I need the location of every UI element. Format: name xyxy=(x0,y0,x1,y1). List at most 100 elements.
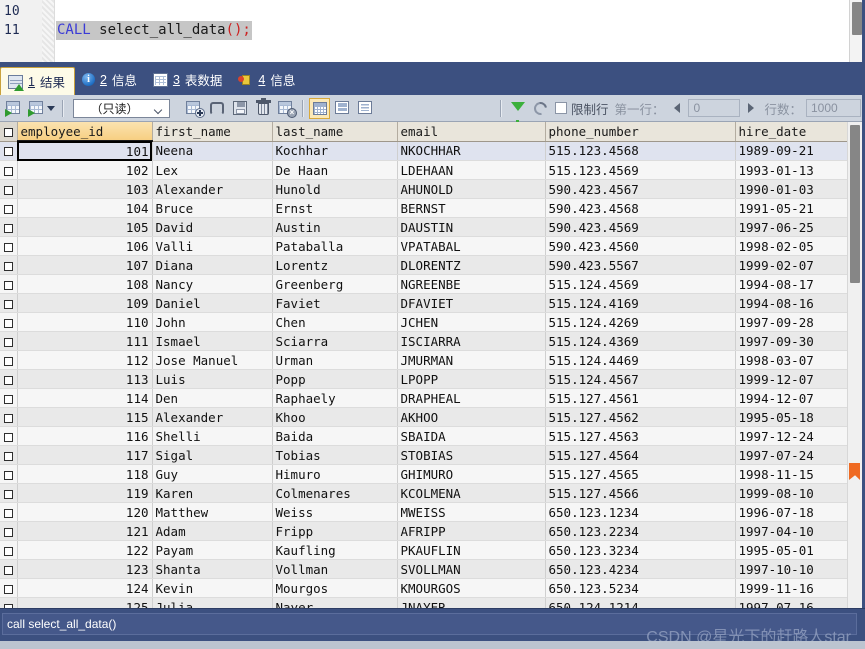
row-selector-cell[interactable] xyxy=(0,407,18,427)
cell-last-name[interactable]: Pataballa xyxy=(272,236,398,256)
checkbox-icon[interactable] xyxy=(3,584,13,594)
cell-hire-date[interactable]: 1990-01-03 xyxy=(735,179,849,199)
cell-employee-id[interactable]: 119 xyxy=(17,483,153,503)
filter-funnel-icon[interactable] xyxy=(507,98,528,125)
cell-hire-date[interactable]: 1989-09-21 xyxy=(735,141,849,161)
row-selector-cell[interactable] xyxy=(0,160,18,180)
checkbox-icon[interactable] xyxy=(3,470,13,480)
cell-last-name[interactable]: Hunold xyxy=(272,179,398,199)
cell-hire-date[interactable]: 1994-08-16 xyxy=(735,293,849,313)
cell-hire-date[interactable]: 1999-08-10 xyxy=(735,483,849,503)
cell-phone-number[interactable]: 515.127.4566 xyxy=(545,483,736,503)
table-row[interactable]: 107 Diana Lorentz DLORENTZ 590.423.5567 1999-… xyxy=(0,255,849,275)
cell-phone-number[interactable]: 515.124.4569 xyxy=(545,274,736,294)
text-view-icon[interactable] xyxy=(355,98,376,119)
cell-employee-id[interactable]: 101 xyxy=(17,141,153,161)
cell-email[interactable]: KCOLMENA xyxy=(397,483,546,503)
row-selector-cell[interactable] xyxy=(0,141,18,161)
cell-last-name[interactable]: Kaufling xyxy=(272,540,398,560)
cell-phone-number[interactable]: 515.123.4569 xyxy=(545,160,736,180)
cell-email[interactable]: SVOLLMAN xyxy=(397,559,546,579)
cell-email[interactable]: DAUSTIN xyxy=(397,217,546,237)
cell-email[interactable]: DLORENTZ xyxy=(397,255,546,275)
row-selector-cell[interactable] xyxy=(0,464,18,484)
cell-hire-date[interactable]: 1998-02-05 xyxy=(735,236,849,256)
table-row[interactable]: 113 Luis Popp LPOPP 515.124.4567 1999-12-07 xyxy=(0,369,849,389)
cell-last-name[interactable]: Himuro xyxy=(272,464,398,484)
column-header-email[interactable]: email xyxy=(397,122,546,142)
checkbox-icon[interactable] xyxy=(3,261,13,271)
cell-hire-date[interactable]: 1996-07-18 xyxy=(735,502,849,522)
row-selector-cell[interactable] xyxy=(0,540,18,560)
cell-first-name[interactable]: Bruce xyxy=(152,198,273,218)
cell-employee-id[interactable]: 118 xyxy=(17,464,153,484)
refresh-icon[interactable] xyxy=(530,98,551,119)
table-row[interactable]: 117 Sigal Tobias STOBIAS 515.127.4564 1997-07… xyxy=(0,445,849,465)
row-selector-cell[interactable] xyxy=(0,483,18,503)
table-row[interactable]: 120 Matthew Weiss MWEISS 650.123.1234 1996-07… xyxy=(0,502,849,522)
row-selector-cell[interactable] xyxy=(0,331,18,351)
cell-last-name[interactable]: Vollman xyxy=(272,559,398,579)
sql-editor[interactable]: 10 11 CALL select_all_data(); xyxy=(0,0,865,63)
table-row[interactable]: 102 Lex De Haan LDEHAAN 515.123.4569 1993-01-… xyxy=(0,160,849,180)
cell-hire-date[interactable]: 1995-05-01 xyxy=(735,540,849,560)
cell-phone-number[interactable]: 515.127.4563 xyxy=(545,426,736,446)
cell-email[interactable]: JCHEN xyxy=(397,312,546,332)
cell-hire-date[interactable]: 1994-08-17 xyxy=(735,274,849,294)
revert-record-icon[interactable] xyxy=(207,98,228,119)
checkbox-icon[interactable] xyxy=(3,489,13,499)
add-record-icon[interactable] xyxy=(184,98,205,119)
cell-hire-date[interactable]: 1997-09-28 xyxy=(735,312,849,332)
cell-first-name[interactable]: Luis xyxy=(152,369,273,389)
cell-first-name[interactable]: Sigal xyxy=(152,445,273,465)
cell-employee-id[interactable]: 114 xyxy=(17,388,153,408)
cell-email[interactable]: DRAPHEAL xyxy=(397,388,546,408)
cell-phone-number[interactable]: 650.123.2234 xyxy=(545,521,736,541)
checkbox-icon[interactable] xyxy=(3,565,13,575)
cell-email[interactable]: PKAUFLIN xyxy=(397,540,546,560)
checkbox-icon[interactable] xyxy=(3,451,13,461)
cell-last-name[interactable]: Kochhar xyxy=(272,141,398,161)
cell-last-name[interactable]: Weiss xyxy=(272,502,398,522)
cell-first-name[interactable]: David xyxy=(152,217,273,237)
cell-hire-date[interactable]: 1999-11-16 xyxy=(735,578,849,598)
checkbox-icon[interactable] xyxy=(3,394,13,404)
first-row-input[interactable]: 0 xyxy=(688,99,741,117)
cell-phone-number[interactable]: 515.124.4369 xyxy=(545,331,736,351)
row-selector-cell[interactable] xyxy=(0,445,18,465)
cell-employee-id[interactable]: 117 xyxy=(17,445,153,465)
cell-last-name[interactable]: Fripp xyxy=(272,521,398,541)
checkbox-icon[interactable] xyxy=(3,508,13,518)
cell-employee-id[interactable]: 115 xyxy=(17,407,153,427)
cell-hire-date[interactable]: 1999-12-07 xyxy=(735,369,849,389)
cell-email[interactable]: JNAYER xyxy=(397,597,546,608)
cell-phone-number[interactable]: 590.423.4569 xyxy=(545,217,736,237)
table-row[interactable]: 106 Valli Pataballa VPATABAL 590.423.4560 199… xyxy=(0,236,849,256)
checkbox-icon[interactable] xyxy=(3,242,13,252)
cell-first-name[interactable]: Karen xyxy=(152,483,273,503)
cell-first-name[interactable]: Payam xyxy=(152,540,273,560)
checkbox-icon[interactable] xyxy=(3,166,13,176)
cell-hire-date[interactable]: 1997-12-24 xyxy=(735,426,849,446)
cell-first-name[interactable]: Diana xyxy=(152,255,273,275)
cell-phone-number[interactable]: 515.127.4565 xyxy=(545,464,736,484)
cell-last-name[interactable]: Colmenares xyxy=(272,483,398,503)
cell-first-name[interactable]: Shelli xyxy=(152,426,273,446)
table-row[interactable]: 109 Daniel Faviet DFAVIET 515.124.4169 1994-0… xyxy=(0,293,849,313)
cell-email[interactable]: SBAIDA xyxy=(397,426,546,446)
column-header-first-name[interactable]: first_name xyxy=(152,122,273,142)
cell-last-name[interactable]: Faviet xyxy=(272,293,398,313)
cell-employee-id[interactable]: 113 xyxy=(17,369,153,389)
cell-first-name[interactable]: Neena xyxy=(152,141,273,161)
cell-hire-date[interactable]: 1997-07-24 xyxy=(735,445,849,465)
row-selector-cell[interactable] xyxy=(0,255,18,275)
cell-employee-id[interactable]: 122 xyxy=(17,540,153,560)
cell-email[interactable]: LPOPP xyxy=(397,369,546,389)
cell-phone-number[interactable]: 590.423.4560 xyxy=(545,236,736,256)
cell-phone-number[interactable]: 590.423.4567 xyxy=(545,179,736,199)
cell-last-name[interactable]: Urman xyxy=(272,350,398,370)
cell-last-name[interactable]: Tobias xyxy=(272,445,398,465)
cell-email[interactable]: AHUNOLD xyxy=(397,179,546,199)
table-row[interactable]: 121 Adam Fripp AFRIPP 650.123.2234 1997-04-10 xyxy=(0,521,849,541)
row-selector-cell[interactable] xyxy=(0,369,18,389)
